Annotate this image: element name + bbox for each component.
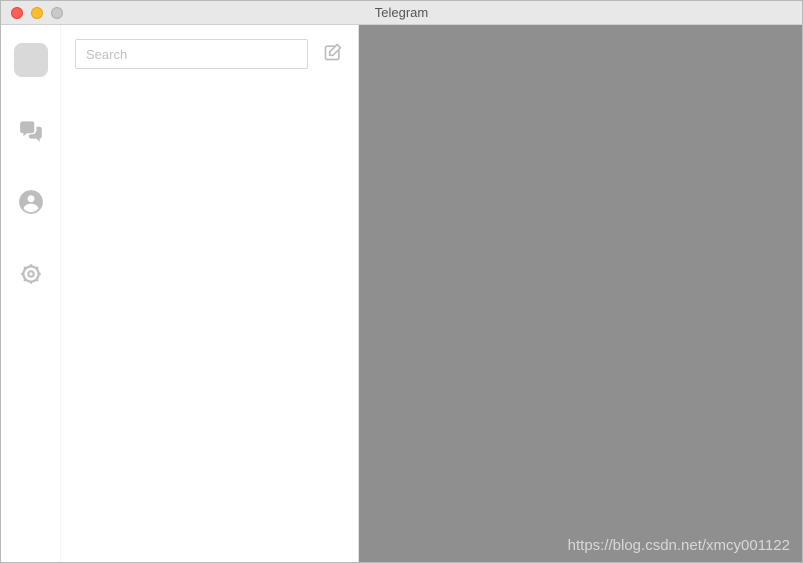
- person-icon: [18, 189, 44, 220]
- search-input[interactable]: [75, 39, 308, 69]
- sidebar: [1, 25, 61, 562]
- window-title: Telegram: [1, 5, 802, 20]
- traffic-lights: [1, 7, 63, 19]
- minimize-button[interactable]: [31, 7, 43, 19]
- sidebar-item-chats[interactable]: [14, 115, 48, 149]
- search-row: [61, 25, 358, 69]
- compose-button[interactable]: [322, 43, 344, 65]
- sidebar-item-logo[interactable]: [14, 43, 48, 77]
- compose-icon: [323, 42, 343, 67]
- logo-icon: [14, 43, 48, 77]
- watermark-text: https://blog.csdn.net/xmcy001122: [568, 537, 790, 554]
- sidebar-item-settings[interactable]: [14, 259, 48, 293]
- maximize-button[interactable]: [51, 7, 63, 19]
- chat-area: https://blog.csdn.net/xmcy001122: [359, 25, 802, 562]
- chat-list-panel: [61, 25, 359, 562]
- window-body: https://blog.csdn.net/xmcy001122: [1, 25, 802, 562]
- sidebar-item-contacts[interactable]: [14, 187, 48, 221]
- gear-icon: [18, 261, 44, 292]
- chats-icon: [18, 117, 44, 148]
- titlebar: Telegram: [1, 1, 802, 25]
- app-window: Telegram: [0, 0, 803, 563]
- close-button[interactable]: [11, 7, 23, 19]
